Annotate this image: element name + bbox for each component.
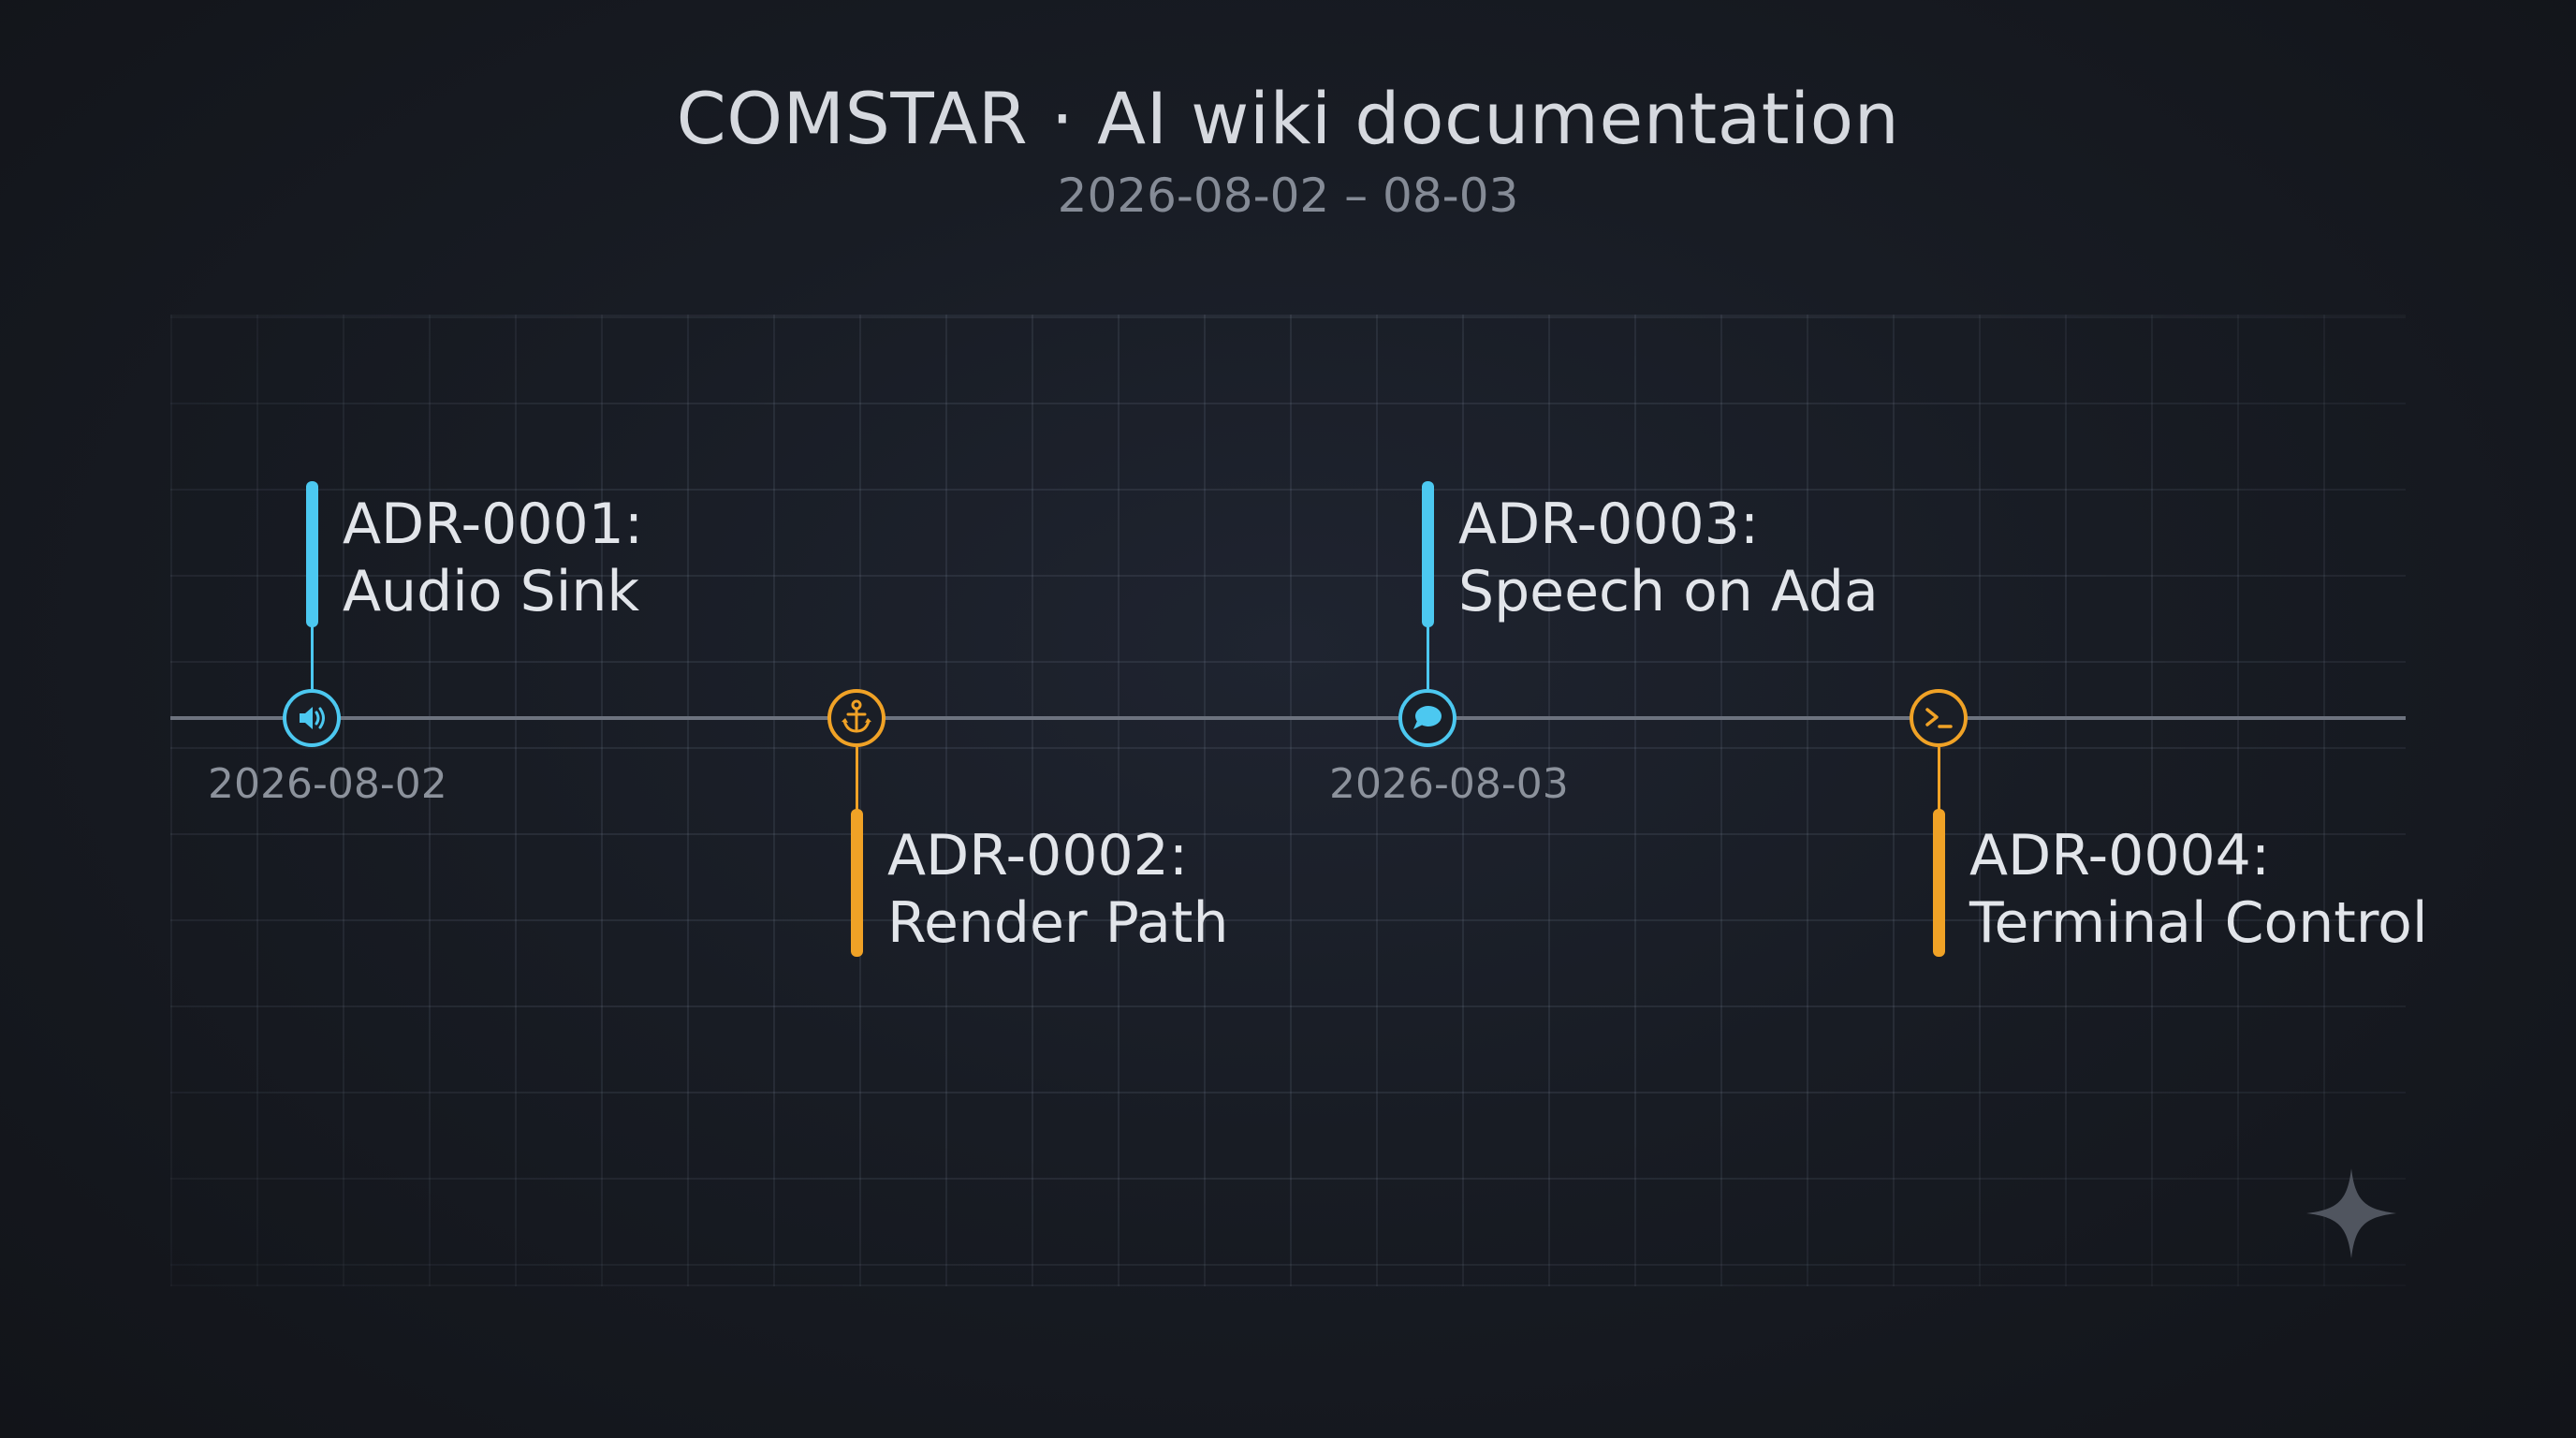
anchor-icon <box>842 699 871 733</box>
event-label: ADR-0001: Audio Sink <box>343 491 643 625</box>
event-name: Terminal Control <box>1969 890 2428 956</box>
event-node[interactable] <box>1398 689 1456 747</box>
event-node[interactable] <box>283 689 341 747</box>
grid-background <box>170 315 2406 1286</box>
timeline-axis <box>170 716 2406 720</box>
event-stem <box>1938 747 1940 811</box>
event-node[interactable] <box>827 689 886 747</box>
event-marker-bar <box>851 809 863 957</box>
event-label: ADR-0002: Render Path <box>887 822 1228 957</box>
timeline-stage: COMSTAR · AI wiki documentation 2026-08-… <box>0 0 2576 1438</box>
event-marker-bar <box>1933 809 1945 957</box>
event-marker-bar <box>1422 481 1434 627</box>
event-node[interactable] <box>1910 689 1968 747</box>
date-label: 2026-08-03 <box>1329 760 1569 808</box>
speech-bubble-icon <box>1413 706 1442 729</box>
event-name: Audio Sink <box>343 559 640 624</box>
event-id: ADR-0003: <box>1458 492 1760 557</box>
terminal-icon <box>1925 708 1953 728</box>
event-name: Render Path <box>887 890 1229 956</box>
date-label: 2026-08-02 <box>208 760 447 808</box>
event-label: ADR-0004: Terminal Control <box>1969 822 2428 957</box>
event-label: ADR-0003: Speech on Ada <box>1458 491 1879 625</box>
event-stem <box>1427 625 1429 689</box>
event-name: Speech on Ada <box>1458 559 1879 624</box>
event-id: ADR-0004: <box>1969 823 2271 888</box>
event-id: ADR-0001: <box>343 492 644 557</box>
sparkle-icon <box>2306 1168 2396 1258</box>
speaker-icon <box>300 707 325 729</box>
event-stem <box>311 625 314 689</box>
event-marker-bar <box>306 481 318 627</box>
event-id: ADR-0002: <box>887 823 1189 888</box>
page-title: COMSTAR · AI wiki documentation <box>676 77 1900 160</box>
date-range-subtitle: 2026-08-02 – 08-03 <box>1057 169 1519 223</box>
event-stem <box>856 747 858 811</box>
